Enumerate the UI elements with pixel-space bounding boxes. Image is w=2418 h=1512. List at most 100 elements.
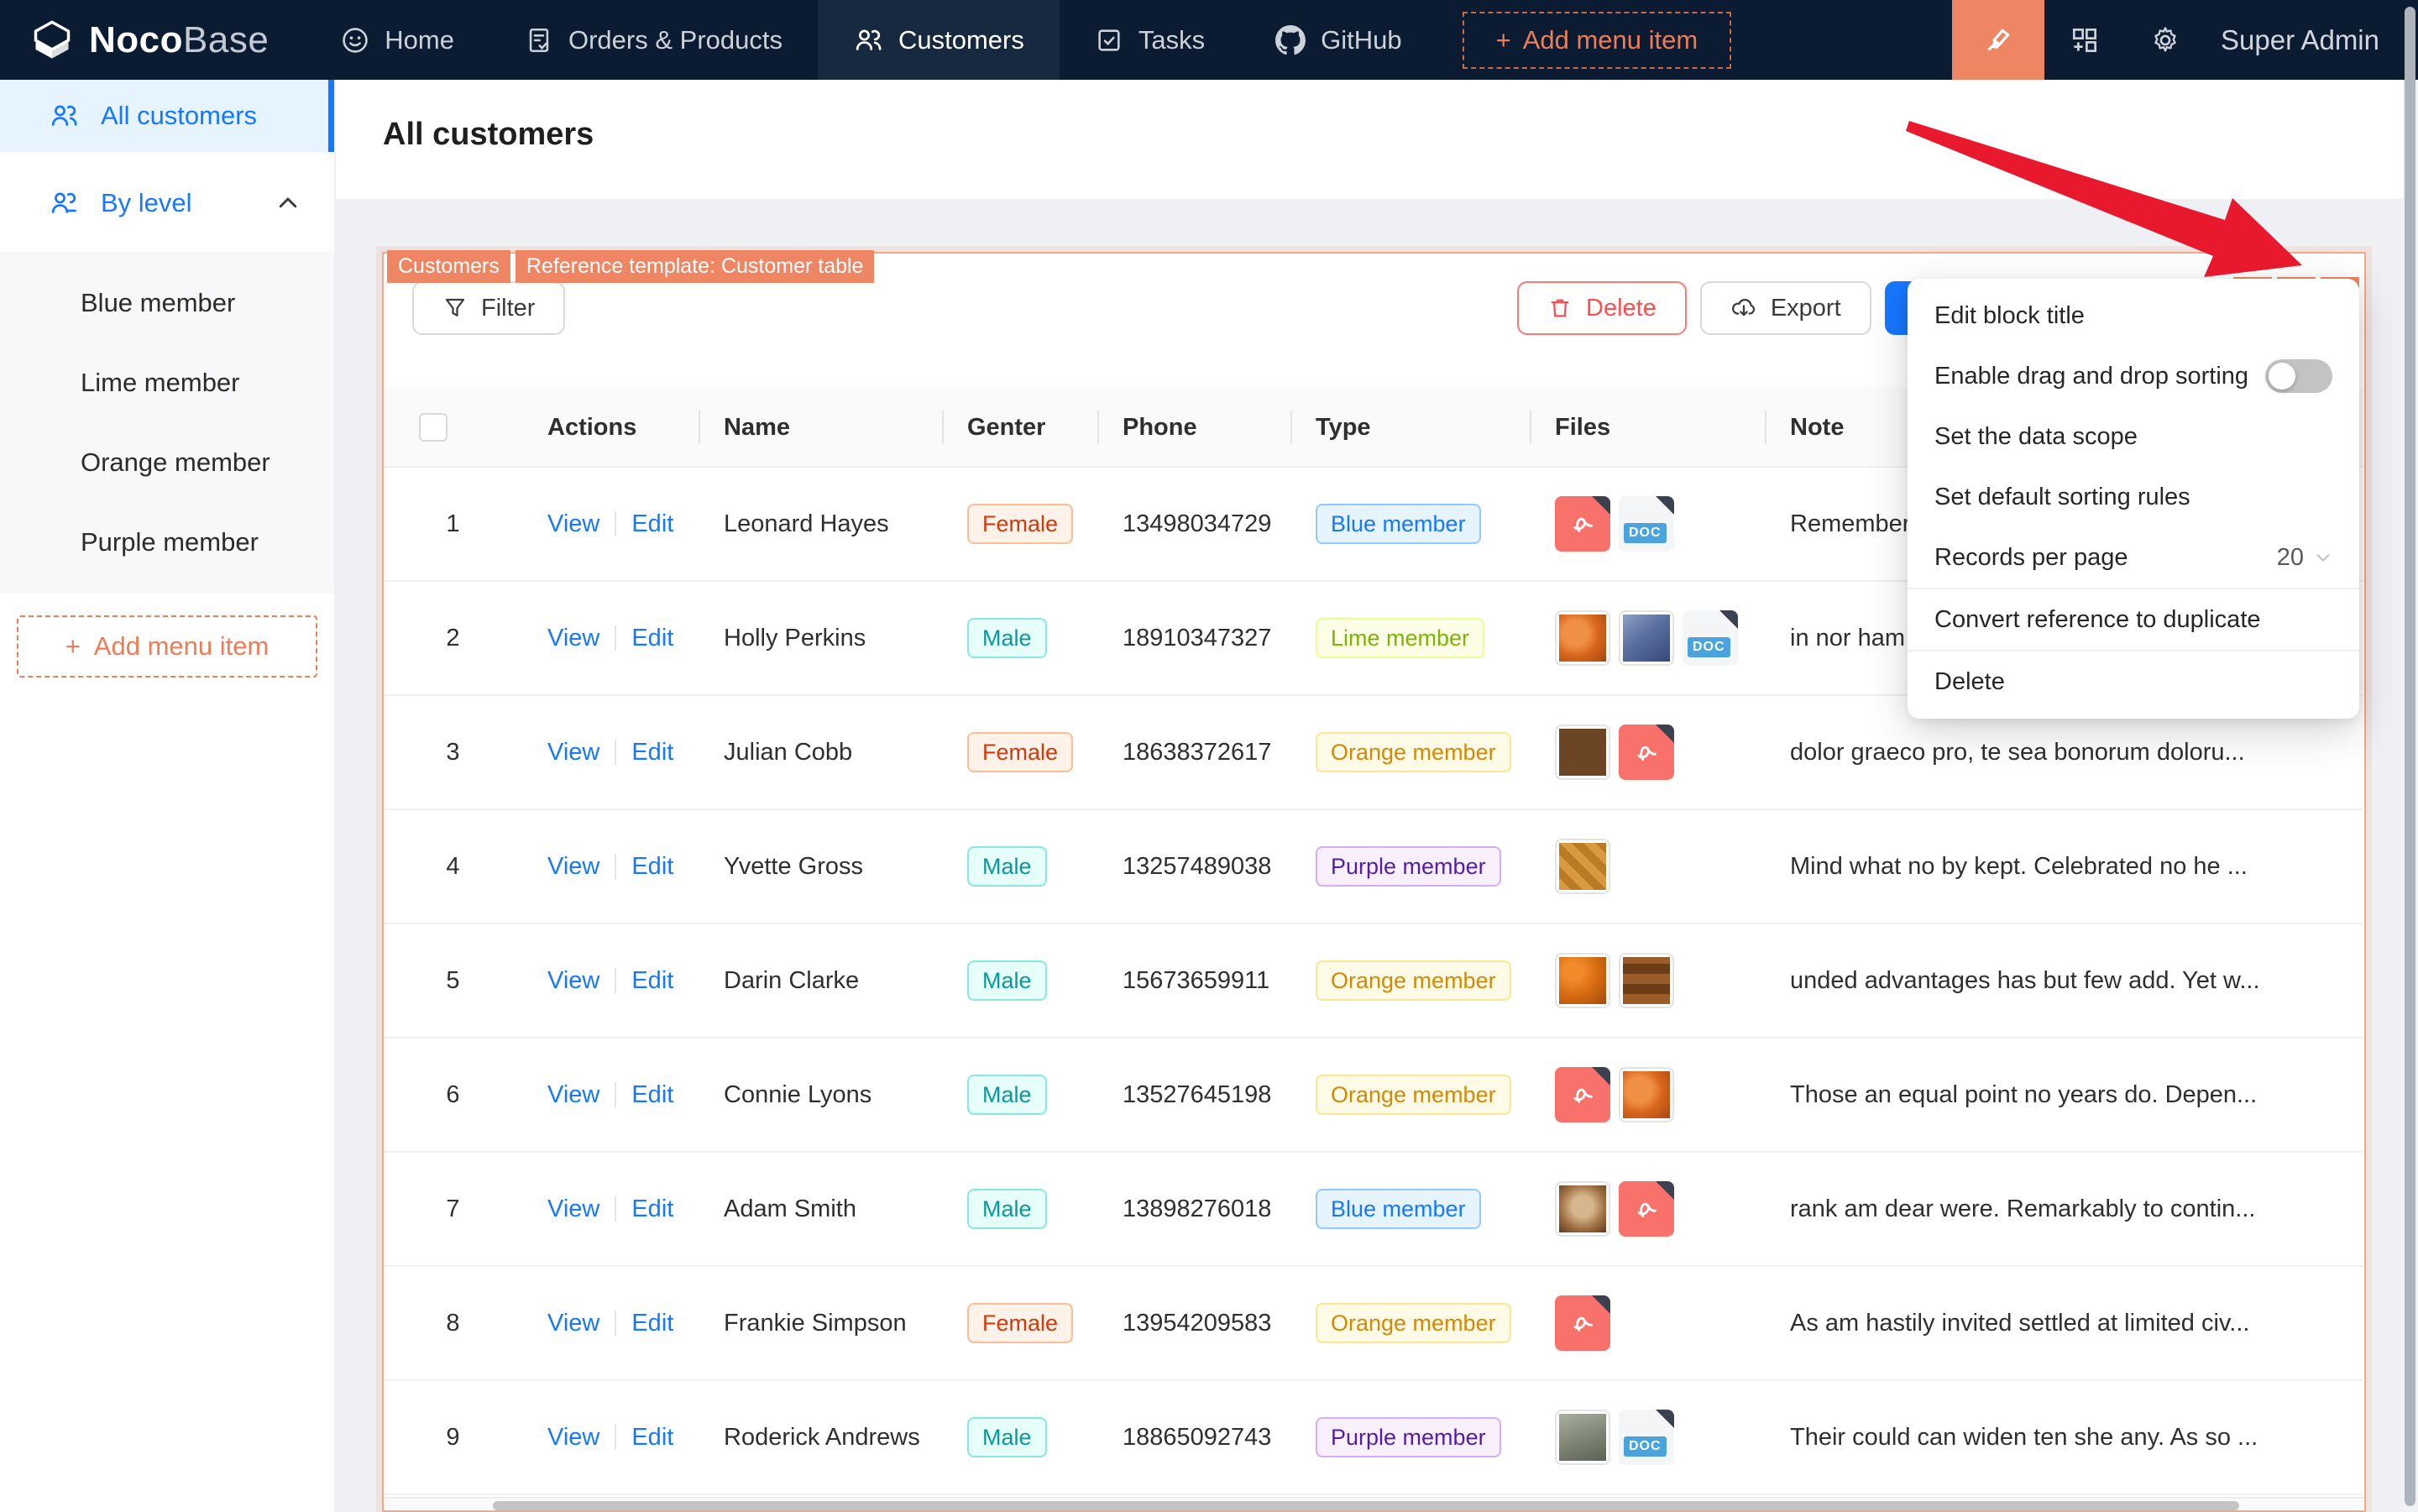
nav-item-orders-products[interactable]: Orders & Products (489, 0, 818, 80)
pdf-file-icon[interactable] (1555, 1067, 1610, 1122)
sidebar-item-all-customers[interactable]: All customers (0, 80, 334, 152)
edit-link[interactable]: Edit (631, 1195, 673, 1223)
menu-item-delete-block[interactable]: Delete (1908, 651, 2359, 712)
edit-link[interactable]: Edit (631, 853, 673, 881)
menu-item-edit-block-title[interactable]: Edit block title (1908, 285, 2359, 346)
note-cell: rank am dear were. Remarkably to contin.… (1790, 1195, 2256, 1222)
delete-button[interactable]: Delete (1517, 281, 1687, 335)
chevron-up-icon (279, 197, 297, 208)
edit-link[interactable]: Edit (631, 510, 673, 538)
edit-link[interactable]: Edit (631, 1424, 673, 1452)
drag-sorting-toggle[interactable] (2265, 359, 2332, 393)
edit-link[interactable]: Edit (631, 739, 673, 766)
doc-file-icon[interactable]: DOC (1619, 1410, 1674, 1465)
view-link[interactable]: View (547, 510, 599, 538)
menu-item-set-data-scope[interactable]: Set the data scope (1908, 406, 2359, 467)
doc-file-icon[interactable]: DOC (1683, 610, 1738, 666)
row-index: 7 (446, 1195, 460, 1222)
files-cell (1555, 953, 1765, 1008)
select-all-checkbox[interactable] (419, 413, 447, 442)
user-menu[interactable]: Super Admin (2206, 24, 2418, 56)
sidebar-submenu-by-level: Blue member Lime member Orange member Pu… (0, 251, 334, 594)
menu-item-records-per-page[interactable]: Records per page 20 (1908, 527, 2359, 588)
pdf-file-icon[interactable] (1555, 496, 1610, 552)
plus-icon: + (65, 631, 81, 661)
row-actions: View Edit (547, 625, 699, 652)
pdf-file-icon[interactable] (1619, 725, 1674, 780)
records-per-page-select[interactable]: 20 (2277, 544, 2332, 572)
image-attachment-thumbnail[interactable] (1619, 1067, 1674, 1122)
row-index: 5 (446, 966, 460, 994)
nocobase-logo[interactable]: NocoBase (0, 18, 306, 62)
pdf-file-icon[interactable] (1555, 1295, 1610, 1351)
navbar-right-cluster: Super Admin (1952, 0, 2418, 80)
sidebar-item-orange-member[interactable]: Orange member (0, 422, 334, 502)
sidebar-item-label: By level (101, 188, 192, 217)
page-scrollbar-thumb[interactable] (2405, 7, 2415, 1506)
table-toolbar-left: Filter (412, 281, 566, 335)
nav-item-tasks[interactable]: Tasks (1060, 0, 1240, 80)
view-link[interactable]: View (547, 1195, 599, 1223)
view-link[interactable]: View (547, 739, 599, 766)
edit-link[interactable]: Edit (631, 1310, 673, 1337)
table-row: 5 View Edit Darin Clarke Male 1567365991… (384, 924, 2363, 1039)
export-button[interactable]: Export (1699, 281, 1871, 335)
collection-tag: Customers (387, 250, 510, 283)
table-row: 4 View Edit Yvette Gross Male 1325748903… (384, 810, 2363, 924)
member-type-tag: Purple member (1316, 845, 1501, 887)
customers-people-icon (856, 29, 882, 50)
settings-button[interactable] (2125, 0, 2206, 80)
link-divider (615, 1425, 617, 1450)
menu-item-convert-reference[interactable]: Convert reference to duplicate (1908, 589, 2359, 650)
table-horizontal-scrollbar[interactable] (384, 1497, 2364, 1510)
menu-item-set-default-sorting[interactable]: Set default sorting rules (1908, 467, 2359, 527)
horizontal-scrollbar-thumb[interactable] (493, 1501, 2239, 1510)
pdf-file-icon[interactable] (1619, 1181, 1674, 1237)
name-cell: Frankie Simpson (724, 1309, 907, 1337)
view-link[interactable]: View (547, 1081, 599, 1109)
image-attachment-thumbnail[interactable] (1555, 953, 1610, 1008)
column-header-name: Name (699, 387, 942, 468)
sidebar-add-menu-item-button[interactable]: + Add menu item (17, 615, 317, 678)
image-attachment-thumbnail[interactable] (1555, 839, 1610, 894)
edit-link[interactable]: Edit (631, 625, 673, 652)
reference-template-tag: Reference template: Customer table (515, 250, 875, 283)
image-attachment-thumbnail[interactable] (1555, 610, 1610, 666)
page-title: All customers (383, 117, 594, 152)
table-row: 8 View Edit Frankie Simpson Female 13954… (384, 1267, 2363, 1381)
nav-item-customers[interactable]: Customers (817, 0, 1060, 80)
nav-label: Home (385, 24, 454, 55)
filter-button[interactable]: Filter (412, 281, 566, 335)
order-document-icon (529, 28, 549, 52)
doc-file-icon[interactable]: DOC (1619, 496, 1674, 552)
plugin-manager-button[interactable] (2044, 0, 2125, 80)
image-attachment-thumbnail[interactable] (1619, 953, 1674, 1008)
edit-link[interactable]: Edit (631, 1081, 673, 1109)
sidebar-item-lime-member[interactable]: Lime member (0, 343, 334, 422)
view-link[interactable]: View (547, 1310, 599, 1337)
link-divider (615, 740, 617, 765)
image-attachment-thumbnail[interactable] (1555, 725, 1610, 780)
phone-cell: 18865092743 (1123, 1423, 1272, 1451)
member-type-tag: Orange member (1316, 1074, 1511, 1116)
name-cell: Roderick Andrews (724, 1423, 920, 1451)
view-link[interactable]: View (547, 853, 599, 881)
nav-item-home[interactable]: Home (306, 0, 489, 80)
nav-item-github[interactable]: GitHub (1240, 0, 1437, 80)
edit-link[interactable]: Edit (631, 967, 673, 995)
row-actions: View Edit (547, 1081, 699, 1109)
sidebar-item-purple-member[interactable]: Purple member (0, 502, 334, 582)
menu-item-enable-drag-sorting[interactable]: Enable drag and drop sorting (1908, 346, 2359, 406)
view-link[interactable]: View (547, 1424, 599, 1452)
image-attachment-thumbnail[interactable] (1555, 1410, 1610, 1465)
view-link[interactable]: View (547, 625, 599, 652)
view-link[interactable]: View (547, 967, 599, 995)
image-attachment-thumbnail[interactable] (1619, 610, 1674, 666)
image-attachment-thumbnail[interactable] (1555, 1181, 1610, 1237)
navbar-add-menu-item-button[interactable]: + Add menu item (1462, 11, 1732, 69)
sidebar-item-blue-member[interactable]: Blue member (0, 263, 334, 343)
sidebar-item-by-level[interactable]: By level (0, 167, 334, 239)
phone-cell: 13498034729 (1123, 510, 1272, 537)
ui-editor-toggle-button[interactable] (1952, 0, 2045, 80)
column-header-phone: Phone (1097, 387, 1290, 468)
